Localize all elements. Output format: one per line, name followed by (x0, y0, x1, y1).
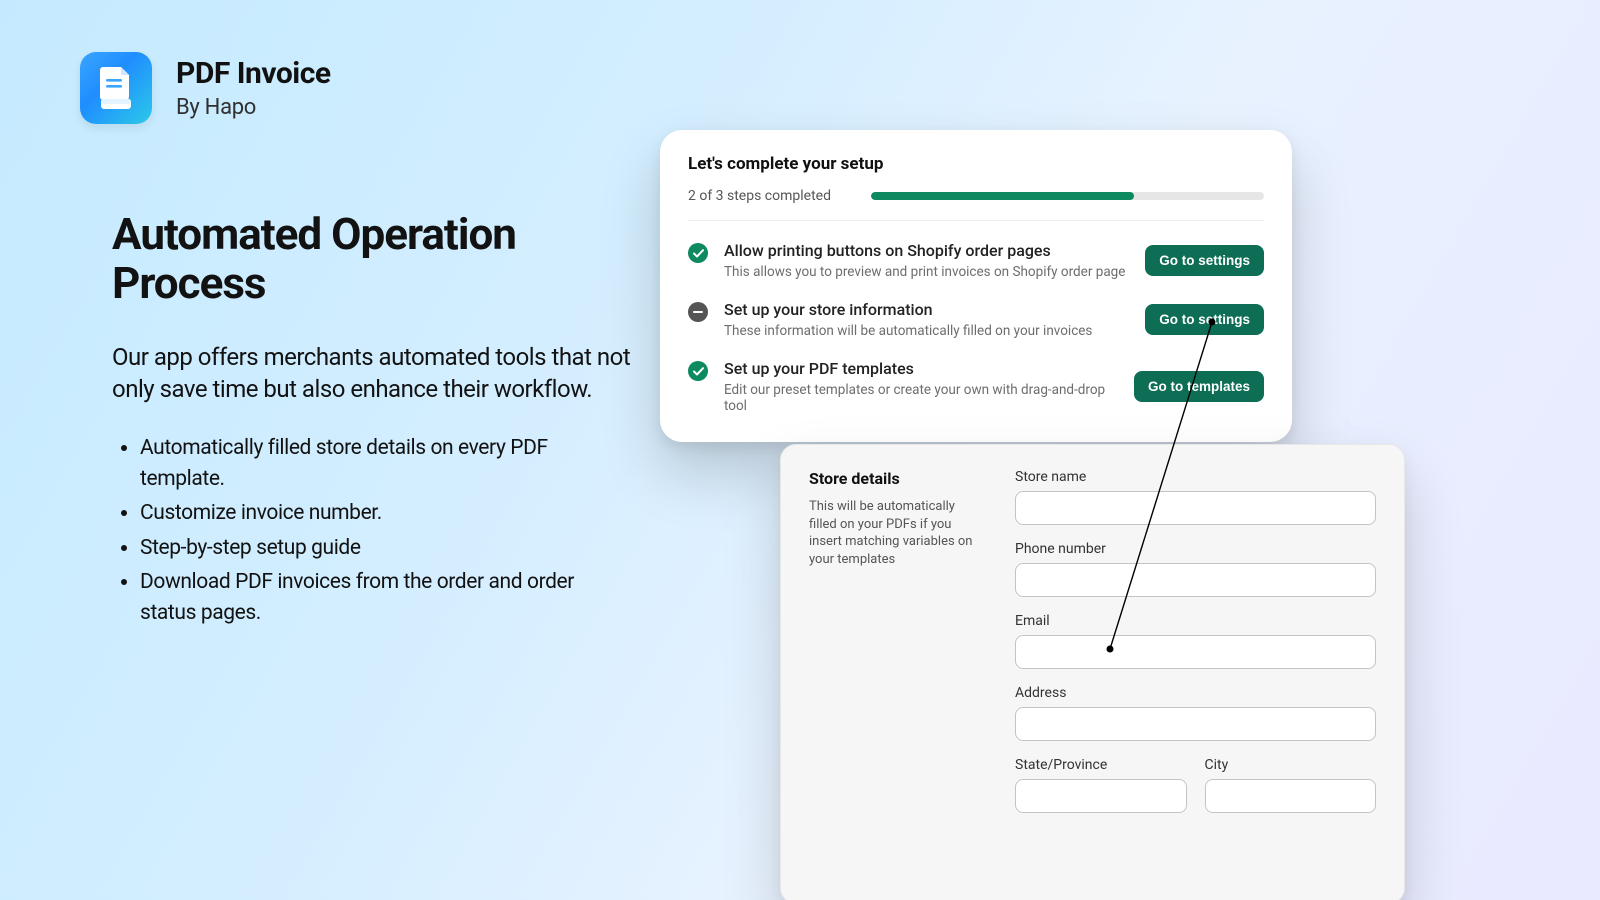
check-circle-icon (688, 361, 708, 381)
setup-step-title: Allow printing buttons on Shopify order … (724, 241, 1129, 260)
setup-step: Set up your store information These info… (688, 300, 1264, 339)
hero-paragraph: Our app offers merchants automated tools… (112, 341, 632, 406)
store-details-card: Store details This will be automatically… (780, 444, 1405, 900)
email-input[interactable] (1015, 635, 1376, 669)
setup-progress-label: 2 of 3 steps completed (688, 188, 831, 204)
address-input[interactable] (1015, 707, 1376, 741)
phone-input[interactable] (1015, 563, 1376, 597)
setup-progress-fill (871, 192, 1134, 200)
minus-circle-icon (688, 302, 708, 322)
app-byline: By Hapo (176, 95, 331, 120)
marketing-copy: Automated Operation Process Our app offe… (112, 210, 632, 632)
setup-card: Let's complete your setup 2 of 3 steps c… (660, 130, 1292, 442)
go-to-templates-button[interactable]: Go to templates (1134, 371, 1264, 402)
email-label: Email (1015, 613, 1376, 629)
store-details-help: This will be automatically filled on you… (809, 498, 979, 568)
setup-step-title: Set up your store information (724, 300, 1129, 319)
setup-card-title: Let's complete your setup (688, 154, 1264, 174)
hero-bullet: Download PDF invoices from the order and… (140, 567, 632, 628)
hero-heading: Automated Operation Process (112, 210, 632, 309)
store-name-input[interactable] (1015, 491, 1376, 525)
check-circle-icon (688, 243, 708, 263)
setup-step-title: Set up your PDF templates (724, 359, 1118, 378)
hero-bullet: Customize invoice number. (140, 498, 632, 528)
hero-bullet: Automatically filled store details on ev… (140, 433, 632, 494)
app-header: PDF Invoice By Hapo (80, 52, 331, 124)
setup-step-desc: These information will be automatically … (724, 323, 1129, 339)
setup-progress: 2 of 3 steps completed (688, 188, 1264, 221)
go-to-settings-button[interactable]: Go to settings (1145, 304, 1264, 335)
hero-bullet: Step-by-step setup guide (140, 533, 632, 563)
setup-step: Set up your PDF templates Edit our prese… (688, 359, 1264, 414)
store-details-heading: Store details (809, 469, 979, 488)
setup-step-desc: Edit our preset templates or create your… (724, 382, 1118, 414)
app-title: PDF Invoice (176, 56, 331, 91)
city-input[interactable] (1205, 779, 1377, 813)
setup-step: Allow printing buttons on Shopify order … (688, 241, 1264, 280)
phone-label: Phone number (1015, 541, 1376, 557)
city-label: City (1205, 757, 1377, 773)
store-name-label: Store name (1015, 469, 1376, 485)
document-icon (95, 65, 137, 111)
setup-step-desc: This allows you to preview and print inv… (724, 264, 1129, 280)
go-to-settings-button[interactable]: Go to settings (1145, 245, 1264, 276)
state-input[interactable] (1015, 779, 1187, 813)
state-label: State/Province (1015, 757, 1187, 773)
hero-bullet-list: Automatically filled store details on ev… (112, 433, 632, 628)
address-label: Address (1015, 685, 1376, 701)
app-logo (80, 52, 152, 124)
setup-progress-bar (871, 192, 1264, 200)
